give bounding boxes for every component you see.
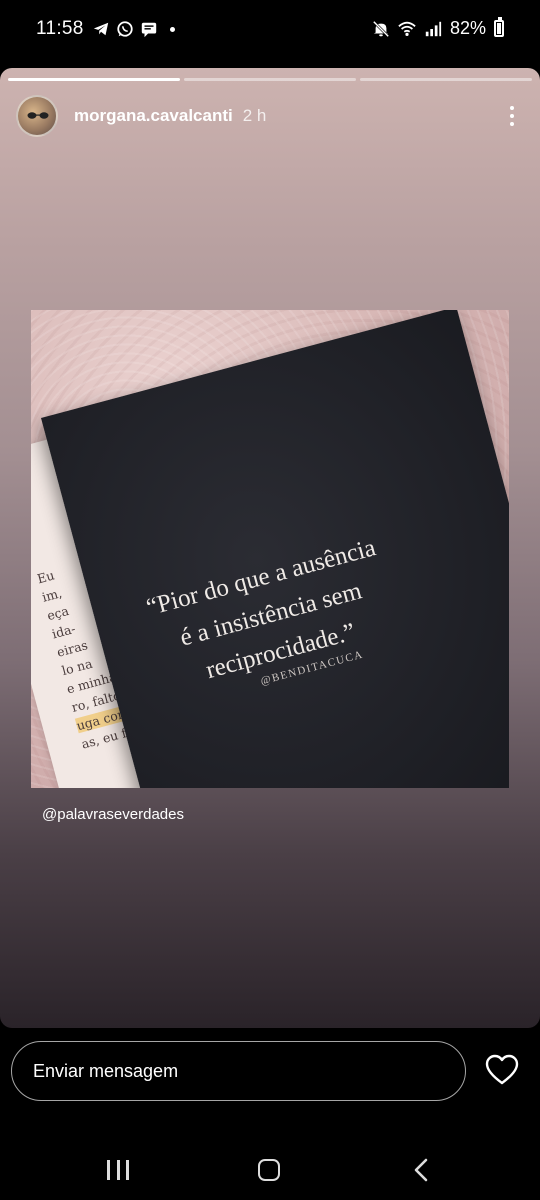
- dot: [510, 122, 514, 126]
- send-message-input[interactable]: Enviar mensagem: [11, 1041, 466, 1101]
- back-button[interactable]: [410, 1158, 434, 1182]
- story-progress-bar: [8, 78, 532, 81]
- heart-icon[interactable]: [485, 1054, 519, 1086]
- dot: [510, 106, 514, 110]
- dot: [510, 114, 514, 118]
- progress-segment: [184, 78, 356, 81]
- post-time: 2 h: [242, 106, 267, 125]
- battery-percent: 82%: [449, 18, 486, 38]
- battery-icon: [494, 17, 504, 37]
- whatsapp-icon: [117, 21, 133, 37]
- messages-icon: [141, 22, 157, 38]
- story-viewer[interactable]: morgana.cavalcanti 2 h Eu im, eça ida- e…: [0, 68, 540, 1028]
- recent-bar: [116, 1160, 120, 1180]
- username[interactable]: morgana.cavalcanti: [74, 106, 233, 126]
- notification-icons: [92, 20, 175, 38]
- mute-icon: [372, 20, 390, 37]
- mention-tag[interactable]: @palavraseverdades: [42, 806, 184, 823]
- progress-segment: [360, 78, 532, 81]
- sunglasses-icon: [27, 112, 49, 119]
- system-status: 82%: [372, 17, 504, 39]
- recent-bar: [107, 1160, 110, 1180]
- wifi-icon: [398, 21, 416, 36]
- telegram-icon: [93, 22, 109, 36]
- status-bar: 11:58 82%: [0, 0, 540, 62]
- status-time: 11:58: [36, 18, 84, 39]
- signal-icon: [425, 21, 442, 36]
- avatar[interactable]: [16, 95, 58, 137]
- story-image: Eu im, eça ida- eiras lo na e minha, ro,…: [31, 310, 509, 788]
- system-nav-bar: [0, 1138, 540, 1200]
- recent-apps-button[interactable]: [107, 1160, 129, 1180]
- send-message-placeholder: Enviar mensagem: [33, 1060, 179, 1081]
- recent-bar: [126, 1160, 129, 1180]
- story-header: morgana.cavalcanti 2 h: [16, 94, 524, 138]
- more-options-button[interactable]: [500, 101, 524, 131]
- more-notifications-dot: [170, 26, 175, 32]
- home-button[interactable]: [258, 1159, 280, 1181]
- progress-segment: [8, 78, 180, 81]
